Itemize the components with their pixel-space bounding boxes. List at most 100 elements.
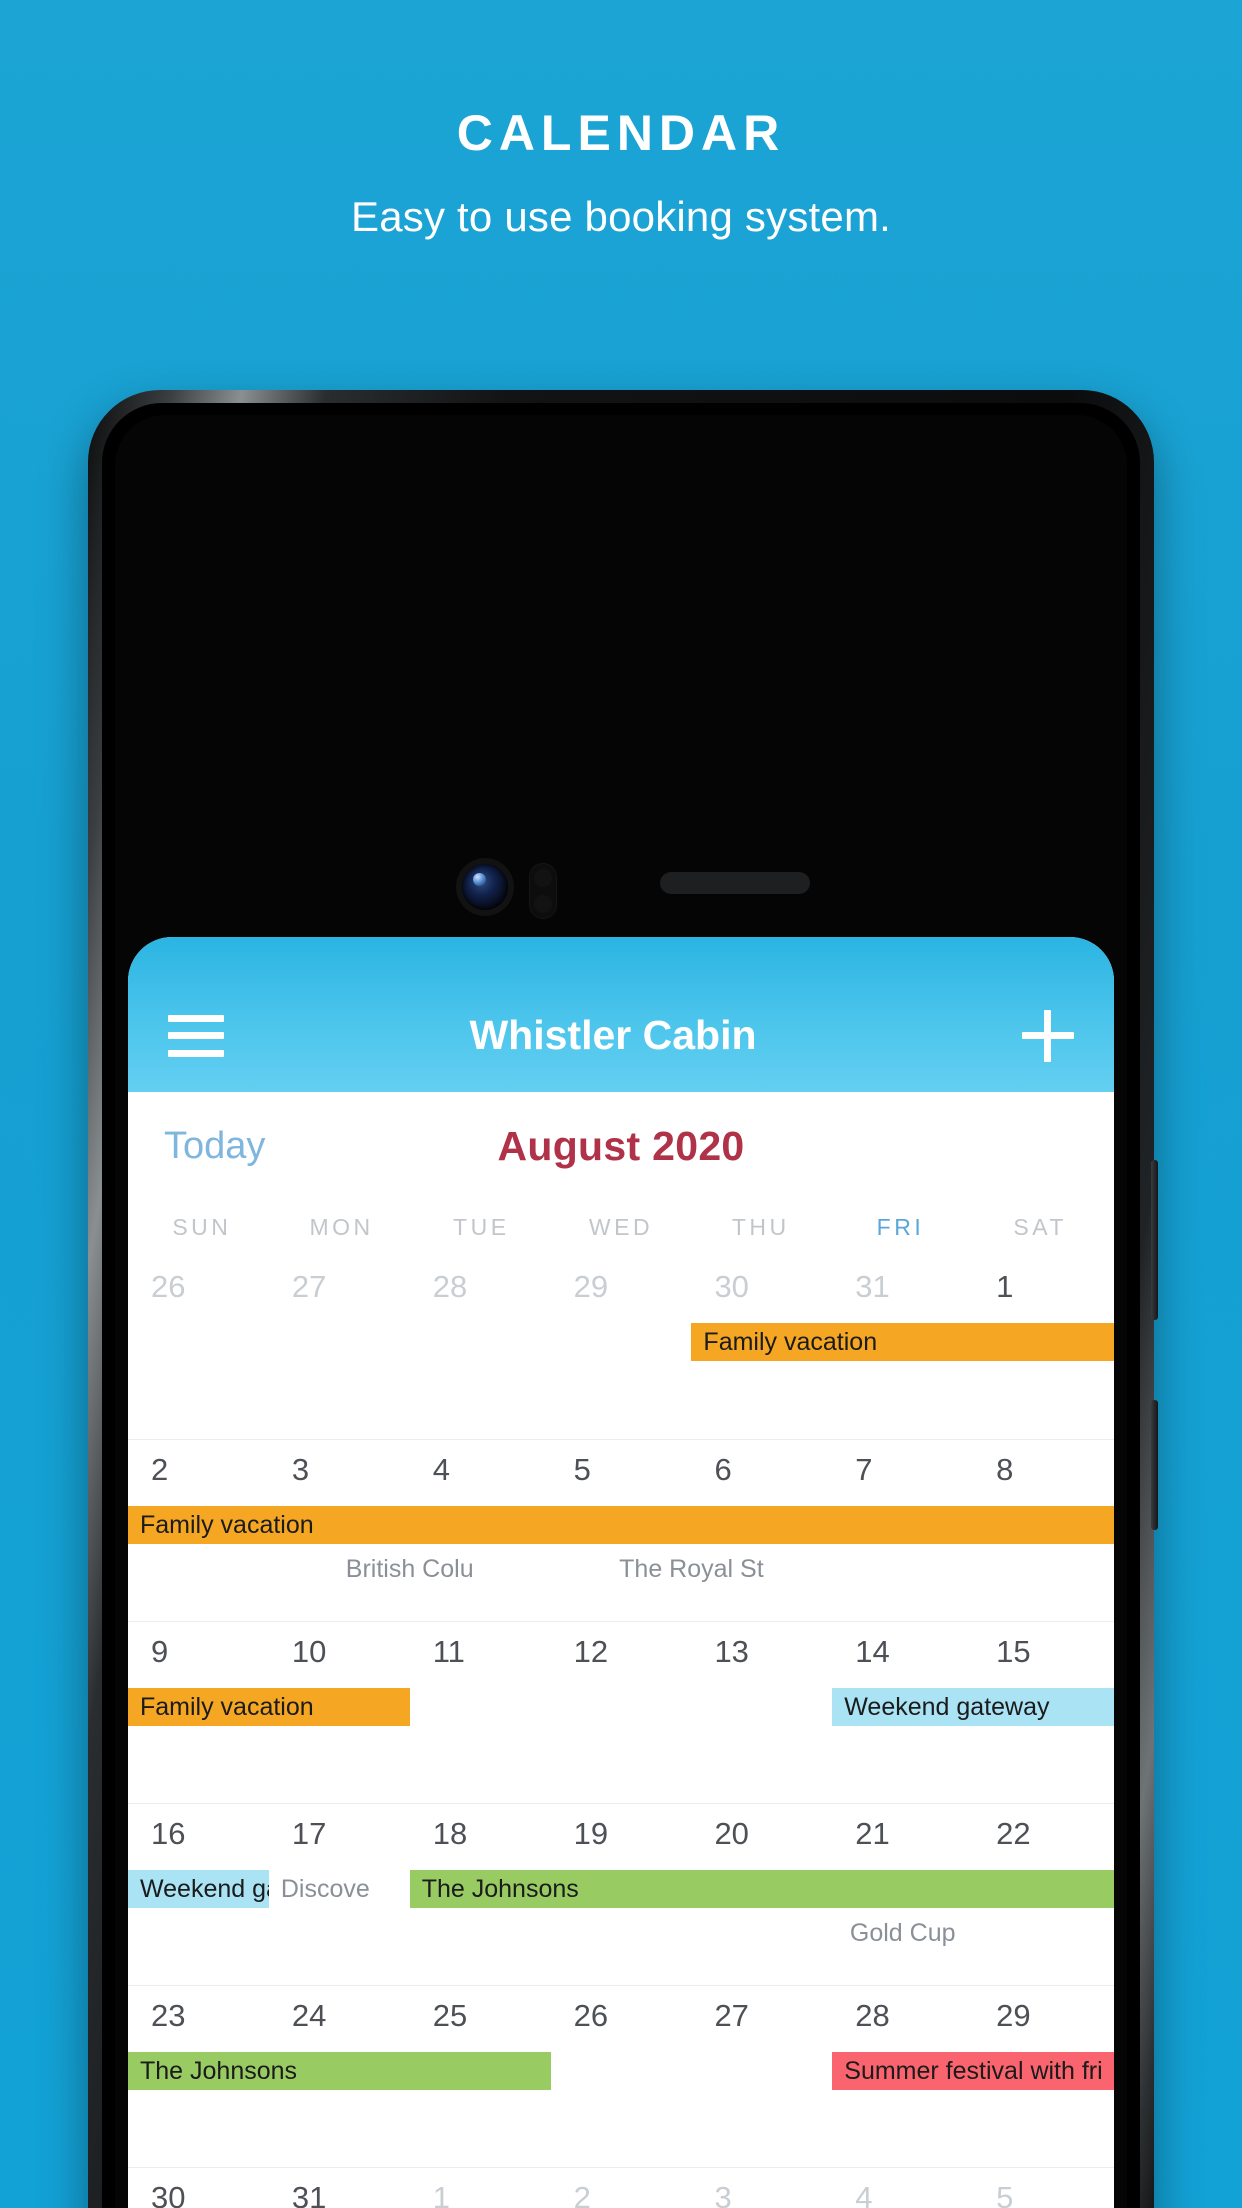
day-cell-2[interactable]: 2 [551, 2180, 692, 2208]
promo-title: CALENDAR [456, 105, 786, 161]
day-cell-27[interactable]: 27 [691, 1998, 832, 2034]
day-cell-26[interactable]: 26 [128, 1269, 269, 1305]
today-button[interactable]: Today [164, 1125, 265, 1168]
day-cell-30[interactable]: 30 [128, 2180, 269, 2208]
event-chip[interactable]: Weekend gate [128, 1870, 269, 1908]
event-row: The Johnsons Summer festival with fri [128, 2052, 1114, 2090]
day-cell-17[interactable]: 17 [269, 1816, 410, 1852]
day-number-row: 30 31 1 2 3 4 5 [128, 2168, 1114, 2208]
day-cell-28[interactable]: 28 [410, 1269, 551, 1305]
day-cell-8[interactable]: 8 [973, 1452, 1114, 1488]
weekday-label-mon: MON [309, 1214, 374, 1240]
event-chip[interactable]: Family vacation [128, 1688, 410, 1726]
event-row: Family vacation Weekend gateway [128, 1688, 1114, 1726]
day-cell-30[interactable]: 30 [691, 1269, 832, 1305]
day-cell-31[interactable]: 31 [832, 1269, 973, 1305]
day-cell-20[interactable]: 20 [691, 1816, 832, 1852]
event-layer: Family vacation British Colu The Royal St [128, 1506, 1114, 1622]
event-row: Weekend gateDiscoveThe Johnsons [128, 1870, 1114, 1908]
proximity-sensor-icon [529, 863, 557, 919]
calendar-week-row: 303112345Summer festival with frie [128, 2167, 1114, 2208]
volume-button[interactable] [1151, 1160, 1158, 1320]
month-label: August 2020 [497, 1122, 745, 1169]
add-event-button[interactable] [1022, 1009, 1074, 1062]
day-cell-18[interactable]: 18 [410, 1816, 551, 1852]
event-chip[interactable]: Summer festival with fri [832, 2052, 1114, 2090]
day-cell-9[interactable]: 9 [128, 1634, 269, 1670]
calendar-week-row: 9 10 11 12 13 14 15 Family vacation Weekend gate… [128, 1621, 1114, 1803]
event-row: British Colu The Royal St [128, 1550, 1114, 1588]
day-cell-10[interactable]: 10 [269, 1634, 410, 1670]
weekday-label-fri: FRI [876, 1214, 925, 1240]
day-number-row: 9 10 11 12 13 14 15 [128, 1622, 1114, 1670]
earpiece-speaker-icon [660, 872, 810, 894]
event-row: Gold Cup [128, 1914, 1114, 1952]
day-number-row: 16 17 18 19 20 21 22 [128, 1804, 1114, 1852]
event-layer: Family vacation [128, 1323, 1114, 1439]
event-chip[interactable]: Discove [269, 1870, 410, 1908]
phone-mockup: Whistler Cabin Today August 2020 SUN MON T… [88, 390, 1158, 2208]
day-cell-1[interactable]: 1 [410, 2180, 551, 2208]
day-cell-16[interactable]: 16 [128, 1816, 269, 1852]
calendar-week-row: 2 3 4 5 6 7 8 Family vacation British Colu The Ro… [128, 1439, 1114, 1621]
event-chip[interactable]: The Johnsons [409, 1870, 1114, 1908]
day-cell-15[interactable]: 15 [973, 1634, 1114, 1670]
calendar-week-row: 16171819202122 Weekend gateDiscoveThe Joh… [128, 1803, 1114, 1985]
app-bar: Whistler Cabin [128, 937, 1114, 1092]
day-cell-5[interactable]: 5 [551, 1452, 692, 1488]
event-chip[interactable]: Family vacation [691, 1323, 1114, 1361]
day-cell-21[interactable]: 21 [832, 1816, 973, 1852]
day-cell-24[interactable]: 24 [269, 1998, 410, 2034]
day-cell-14[interactable]: 14 [832, 1634, 973, 1670]
day-cell-27[interactable]: 27 [269, 1269, 410, 1305]
promo-header: CALENDAR Easy to use booking system. [0, 0, 1242, 238]
day-cell-3[interactable]: 3 [691, 2180, 832, 2208]
front-camera-icon [462, 864, 508, 910]
day-cell-6[interactable]: 6 [691, 1452, 832, 1488]
day-cell-29[interactable]: 29 [551, 1269, 692, 1305]
day-cell-4[interactable]: 4 [410, 1452, 551, 1488]
day-cell-19[interactable]: 19 [551, 1816, 692, 1852]
calendar-week-row: 26 27 28 29 30 31 1 Family vacation [128, 1257, 1114, 1439]
day-cell-1[interactable]: 1 [973, 1269, 1114, 1305]
power-button[interactable] [1151, 1400, 1158, 1530]
weekday-label-thu: THU [731, 1214, 790, 1240]
weekday-label-sat: SAT [1013, 1214, 1067, 1240]
day-cell-23[interactable]: 23 [128, 1998, 269, 2034]
weekday-label-sun: SUN [172, 1214, 232, 1240]
day-number-row: 2345678 [128, 1440, 1114, 1488]
event-chip[interactable]: Family vacation [128, 1506, 1114, 1544]
page-title: Whistler Cabin [469, 1012, 757, 1058]
day-cell-12[interactable]: 12 [551, 1634, 692, 1670]
weekday-header: SUN MON TUE WED THU FRI SAT [128, 1200, 1114, 1257]
day-number-row: 26 27 28 29 30 31 1 [128, 1257, 1114, 1305]
day-cell-22[interactable]: 22 [973, 1816, 1114, 1852]
day-cell-29[interactable]: 29 [973, 1998, 1114, 2034]
calendar-toolbar: Today August 2020 [128, 1092, 1114, 1200]
event-chip[interactable]: The Royal St [551, 1550, 833, 1588]
day-cell-31[interactable]: 31 [269, 2180, 410, 2208]
day-number-row: 23 24 25 26 27 28 29 [128, 1986, 1114, 2034]
event-chip[interactable]: Gold Cup [832, 1914, 973, 1952]
day-cell-4[interactable]: 4 [832, 2180, 973, 2208]
event-chip[interactable]: Weekend gateway [832, 1688, 1114, 1726]
day-cell-26[interactable]: 26 [551, 1998, 692, 2034]
day-cell-3[interactable]: 3 [269, 1452, 410, 1488]
event-chip[interactable]: The Johnsons [128, 2052, 551, 2090]
day-cell-13[interactable]: 13 [691, 1634, 832, 1670]
promo-subtitle: Easy to use booking system. [351, 193, 891, 240]
day-cell-2[interactable]: 2 [128, 1452, 269, 1488]
calendar-week-row: 23 24 25 26 27 28 29 The Johnsons Summer festiva… [128, 1985, 1114, 2167]
calendar-grid: 26 27 28 29 30 31 1 Family vacation 2 3 4 5 6 7 8 Famil… [128, 1257, 1114, 2208]
event-chip[interactable]: British Colu [269, 1550, 551, 1588]
day-cell-28[interactable]: 28 [832, 1998, 973, 2034]
day-cell-25[interactable]: 25 [410, 1998, 551, 2034]
event-layer: Family vacation Weekend gateway [128, 1688, 1114, 1804]
weekday-label-wed: WED [588, 1214, 654, 1240]
event-row: Family vacation [128, 1506, 1114, 1544]
day-cell-11[interactable]: 11 [410, 1634, 551, 1670]
day-cell-7[interactable]: 7 [832, 1452, 973, 1488]
phone-bezel: Whistler Cabin Today August 2020 SUN MON T… [115, 415, 1127, 2208]
event-layer: The Johnsons Summer festival with fri [128, 2052, 1114, 2168]
day-cell-5[interactable]: 5 [973, 2180, 1114, 2208]
